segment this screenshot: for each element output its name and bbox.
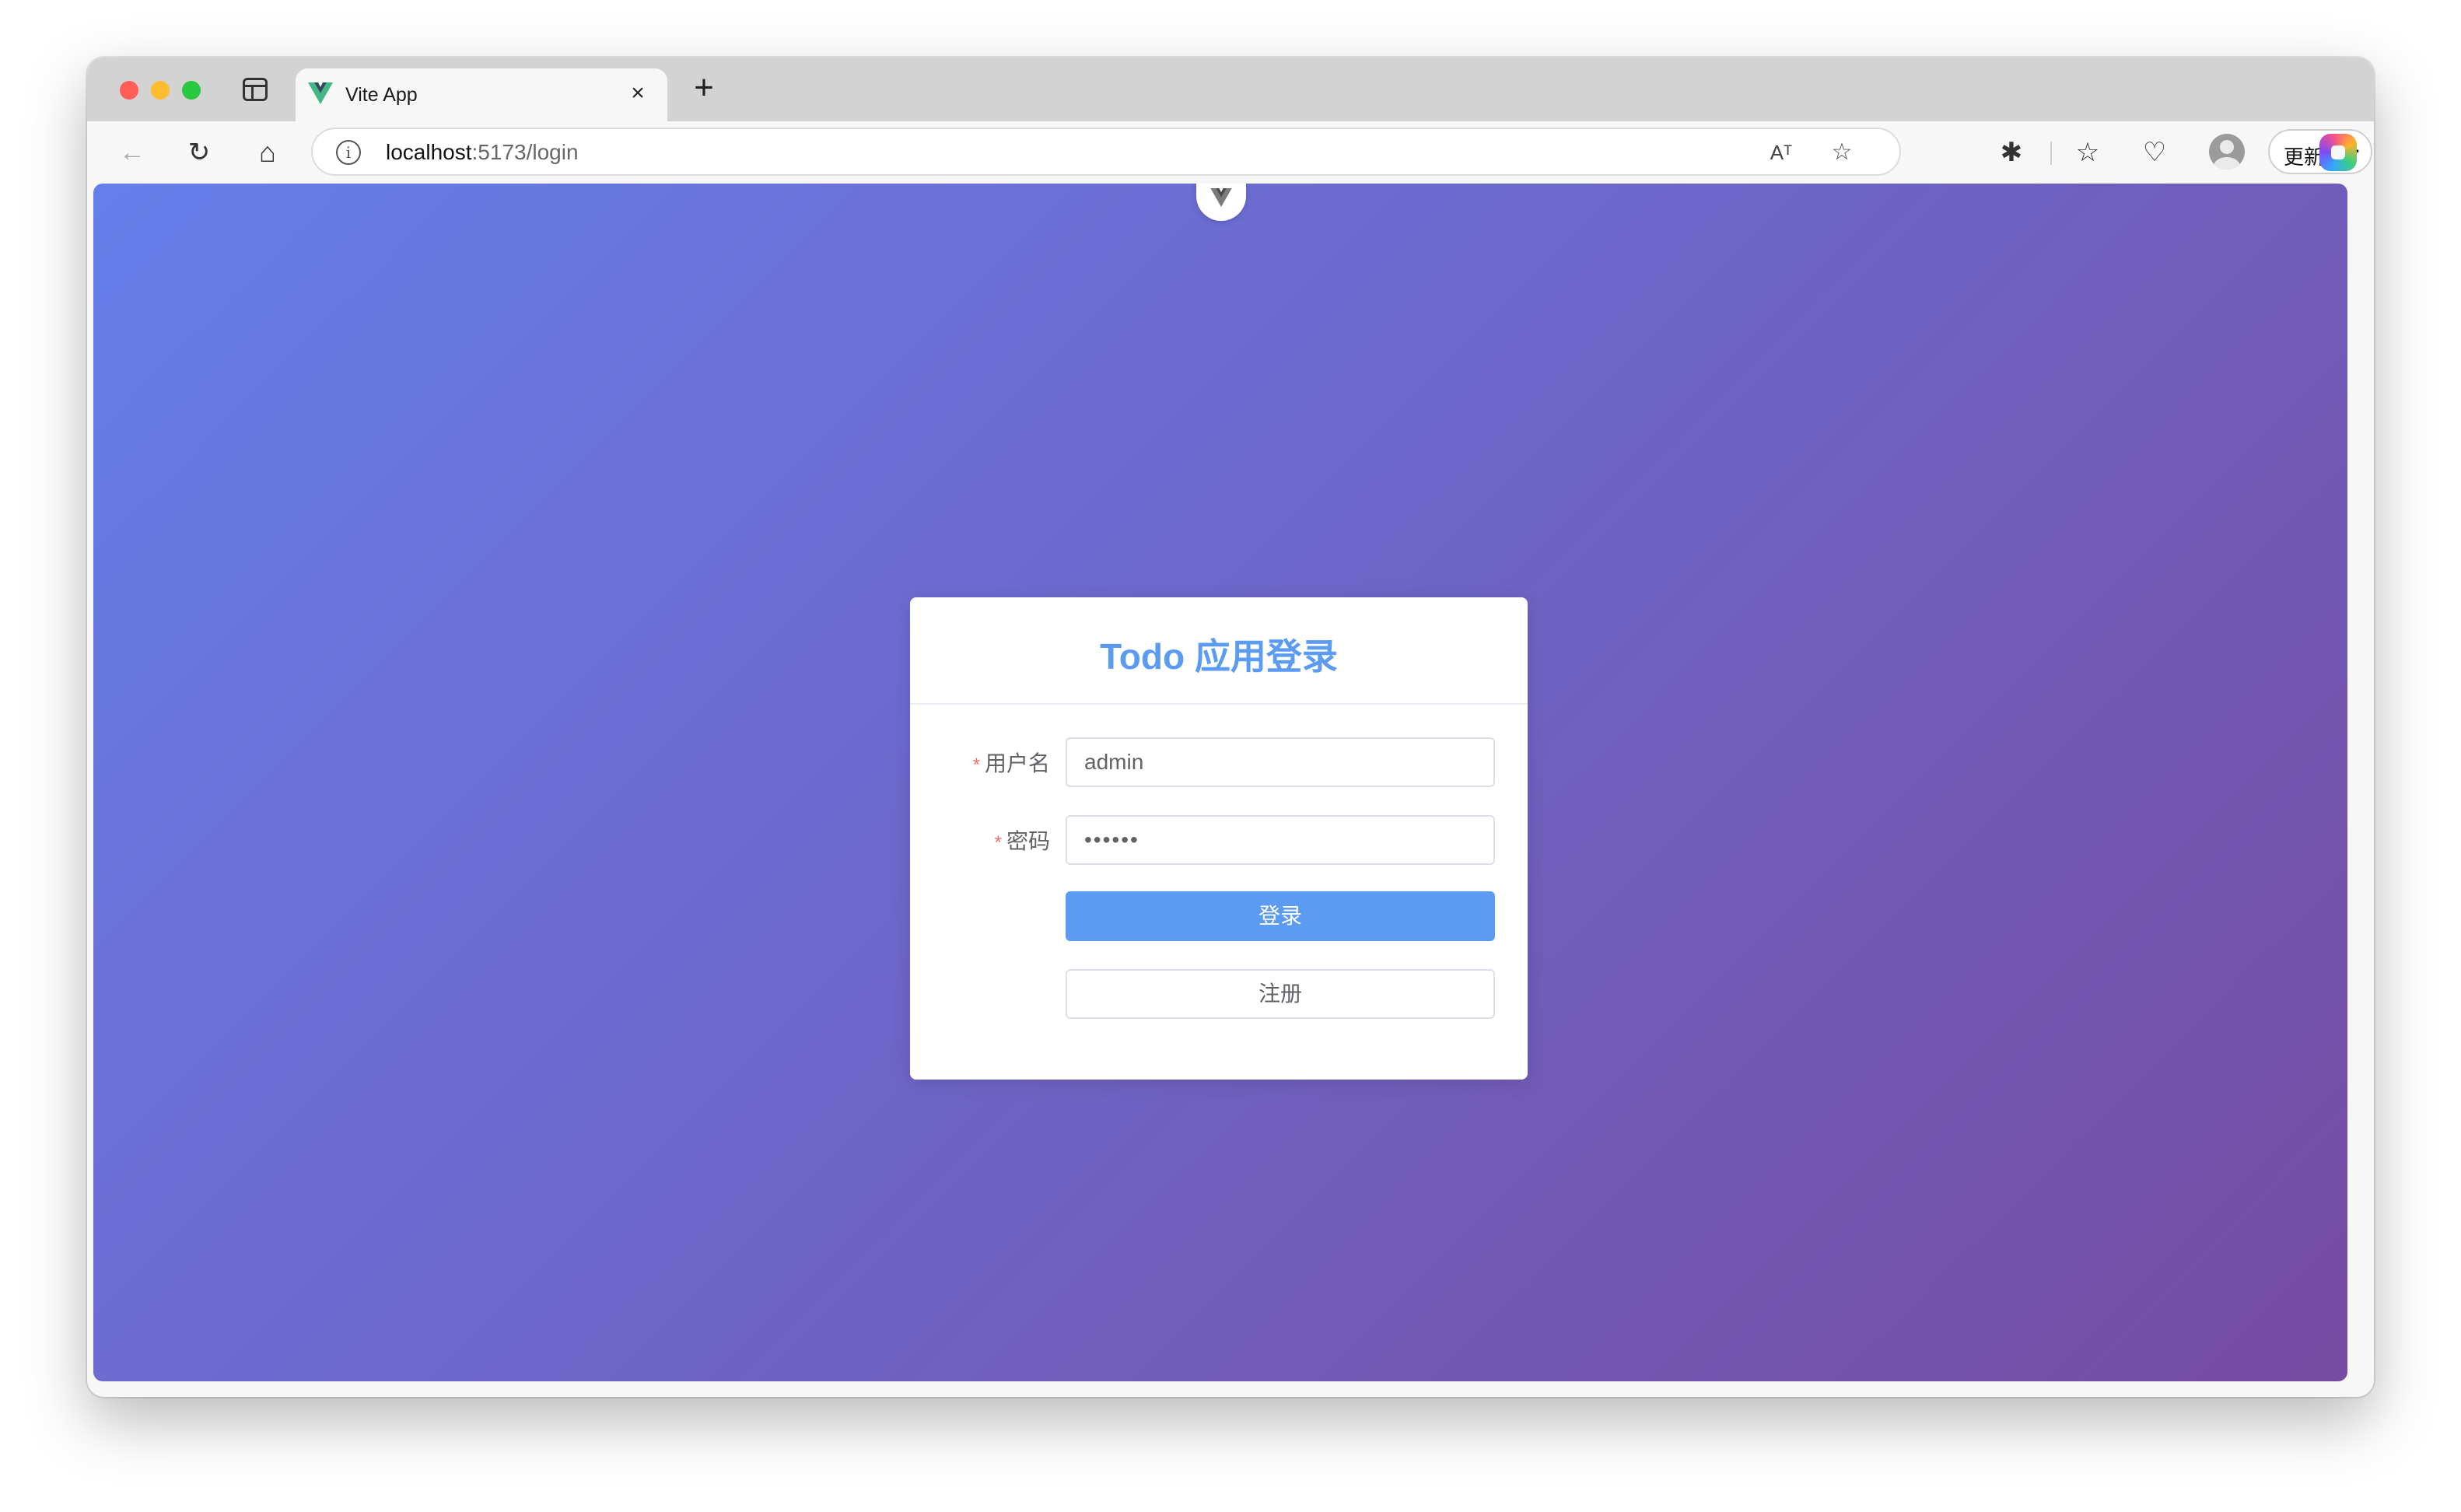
password-label: * 密码 [910,824,1050,856]
copilot-icon[interactable] [2319,134,2357,171]
browser-window: Vite App × + ← ↻ ⌂ i localhost:5173/logi… [87,58,2374,1397]
tab-vite-app[interactable]: Vite App × [296,68,667,121]
register-button[interactable]: 注册 [1066,969,1495,1019]
browser-toolbar: ← ↻ ⌂ i localhost:5173/login Aᵀ ☆ ✱ ☆ ♡ … [87,121,2374,184]
close-window-button[interactable] [120,81,138,100]
password-input[interactable]: •••••• [1066,815,1495,865]
required-mark: * [972,754,980,775]
page-viewport: Todo 应用登录 * 用户名 admin * 密码 •••••• 登录 注册 [93,184,2347,1381]
minimize-window-button[interactable] [151,81,170,100]
read-aloud-icon[interactable]: Aᵀ [1766,137,1797,168]
favorite-star-icon[interactable]: ☆ [1826,137,1857,168]
tab-close-icon[interactable]: × [624,79,652,107]
vue-devtools-toggle[interactable] [1196,184,1246,221]
password-label-text: 密码 [1006,829,1050,853]
back-arrow-icon[interactable]: ← [115,135,149,170]
reload-icon[interactable]: ↻ [182,135,216,170]
address-url: localhost:5173/login [386,140,579,165]
login-card: Todo 应用登录 * 用户名 admin * 密码 •••••• 登录 注册 [910,597,1528,1080]
favorites-list-icon[interactable]: ☆ [2071,135,2105,170]
address-bar[interactable]: i localhost:5173/login Aᵀ ☆ [311,128,1901,176]
address-host: localhost [386,140,472,164]
login-button[interactable]: 登录 [1066,891,1495,941]
home-icon[interactable]: ⌂ [250,135,285,170]
sidebar-toggle-icon[interactable] [243,78,268,101]
vue-devtools-icon [1210,188,1232,207]
new-tab-button[interactable]: + [684,68,723,107]
page-title: Todo 应用登录 [1100,636,1338,677]
vue-logo-icon [308,82,333,104]
username-input[interactable]: admin [1066,737,1495,787]
username-label-text: 用户名 [984,751,1050,775]
tab-title: Vite App [345,84,418,106]
maximize-window-button[interactable] [182,81,201,100]
extensions-icon[interactable]: ✱ [1994,135,2029,170]
browser-essentials-health-icon[interactable]: ♡ [2137,135,2172,170]
username-label: * 用户名 [910,747,1050,778]
tab-strip: Vite App × + [87,58,2374,121]
update-label: 更新 [2284,145,2325,169]
toolbar-divider [2050,142,2052,165]
profile-avatar-icon[interactable] [2209,134,2245,170]
required-mark: * [994,832,1002,853]
address-path: :5173/login [471,140,579,164]
card-header: Todo 应用登录 [910,597,1528,705]
site-info-icon[interactable]: i [336,140,361,165]
